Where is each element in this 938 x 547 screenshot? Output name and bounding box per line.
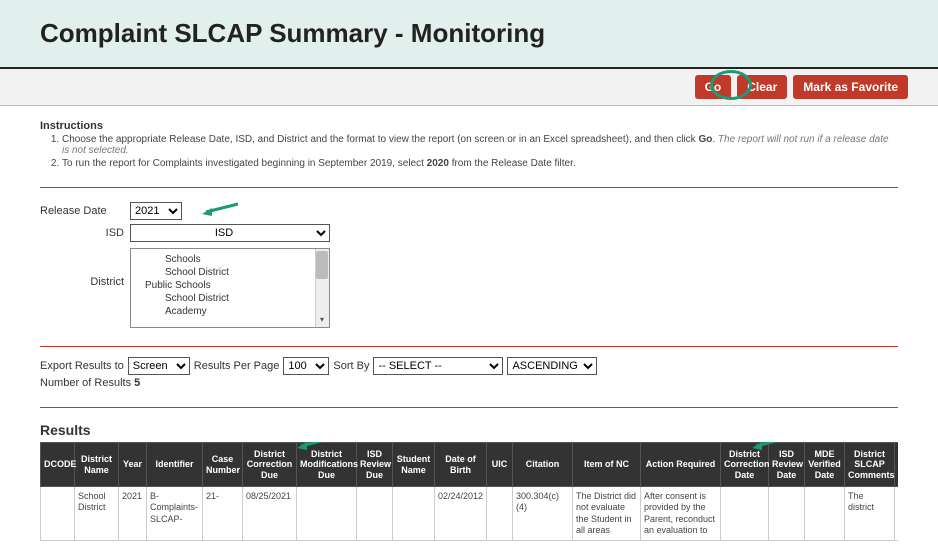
release-date-select[interactable]: 2021 — [130, 202, 182, 220]
isd-row: ISD ISD — [40, 224, 898, 242]
district-option[interactable]: Public Schools — [137, 279, 323, 292]
results-heading: Results — [40, 422, 898, 438]
sort-by-select[interactable]: -- SELECT -- — [373, 357, 503, 375]
col-student-name[interactable]: Student Name — [393, 443, 435, 487]
col-citation[interactable]: Citation — [513, 443, 573, 487]
export-label: Export Results to — [40, 360, 124, 372]
col-correction-due[interactable]: District Correction Due — [243, 443, 297, 487]
col-isd-review-due[interactable]: ISD Review Due — [357, 443, 393, 487]
toolbar: Go Clear Mark as Favorite — [0, 69, 938, 106]
cell-dcode — [41, 487, 75, 541]
cell-district-comments: The district — [845, 487, 895, 541]
col-dob[interactable]: Date of Birth — [435, 443, 487, 487]
district-listbox[interactable]: Schools School District Public Schools S… — [130, 248, 330, 328]
cell-isd-review-due — [357, 487, 393, 541]
district-label: District — [40, 248, 130, 288]
col-district-comments[interactable]: District SLCAP Comments — [845, 443, 895, 487]
cell-mde-verified — [805, 487, 845, 541]
annotation-arrow-release — [200, 202, 240, 218]
col-mde-verified[interactable]: MDE Verified Date — [805, 443, 845, 487]
cell-citation: 300.304(c)(4) — [513, 487, 573, 541]
sort-label: Sort By — [333, 360, 369, 372]
release-date-label: Release Date — [40, 205, 130, 217]
divider — [40, 187, 898, 188]
page-title: Complaint SLCAP Summary - Monitoring — [40, 18, 898, 49]
scroll-thumb[interactable] — [316, 251, 328, 279]
col-year[interactable]: Year — [119, 443, 147, 487]
district-option[interactable]: Academy — [137, 305, 323, 318]
col-mod-due[interactable]: District Modifications Due — [297, 443, 357, 487]
col-dcode[interactable]: DCODE — [41, 443, 75, 487]
district-scrollbar[interactable]: ▾ — [315, 249, 329, 327]
col-district-name[interactable]: District Name — [75, 443, 119, 487]
cell-correction-date — [721, 487, 769, 541]
divider — [40, 407, 898, 408]
col-isd-comments[interactable]: ISD SLCAP Comments — [895, 443, 899, 487]
district-option[interactable]: Schools — [137, 253, 323, 266]
cell-year: 2021 — [119, 487, 147, 541]
district-row: District Schools School District Public … — [40, 248, 898, 328]
isd-select[interactable]: ISD — [130, 224, 330, 242]
district-option[interactable]: School District — [137, 292, 323, 305]
district-option[interactable]: School District — [137, 266, 323, 279]
isd-label: ISD — [40, 227, 130, 239]
col-uic[interactable]: UIC — [487, 443, 513, 487]
instructions: Instructions Choose the appropriate Rele… — [40, 120, 898, 169]
cell-mod-due — [297, 487, 357, 541]
divider — [40, 346, 898, 347]
results-table-wrap: DCODE District Name Year Identifier Case… — [40, 442, 898, 541]
mark-favorite-button[interactable]: Mark as Favorite — [793, 75, 908, 99]
scroll-down-icon[interactable]: ▾ — [316, 315, 328, 325]
cell-isd-comments — [895, 487, 899, 541]
col-action-required[interactable]: Action Required — [641, 443, 721, 487]
table-header-row: DCODE District Name Year Identifier Case… — [41, 443, 899, 487]
export-row: Export Results to Screen Results Per Pag… — [40, 357, 898, 375]
cell-isd-review-date — [769, 487, 805, 541]
go-button[interactable]: Go — [695, 75, 732, 99]
header-band: Complaint SLCAP Summary - Monitoring — [0, 0, 938, 69]
clear-button[interactable]: Clear — [737, 75, 787, 99]
col-identifier[interactable]: Identifier — [147, 443, 203, 487]
col-item-nc[interactable]: Item of NC — [573, 443, 641, 487]
cell-action-required: After consent is provided by the Parent,… — [641, 487, 721, 541]
cell-identifier: B-Complaints-SLCAP- — [147, 487, 203, 541]
instruction-item-1: Choose the appropriate Release Date, ISD… — [62, 134, 898, 156]
instruction-item-2: To run the report for Complaints investi… — [62, 158, 898, 169]
sort-dir-select[interactable]: ASCENDING — [507, 357, 597, 375]
release-date-row: Release Date 2021 — [40, 202, 898, 220]
rpp-select[interactable]: 100 — [283, 357, 329, 375]
table-row[interactable]: School District 2021 B-Complaints-SLCAP-… — [41, 487, 899, 541]
cell-case-number: 21- — [203, 487, 243, 541]
num-results: Number of Results 5 — [40, 377, 898, 389]
cell-item-nc: The District did not evaluate the Studen… — [573, 487, 641, 541]
results-table: DCODE District Name Year Identifier Case… — [40, 442, 898, 541]
cell-district-name: School District — [75, 487, 119, 541]
col-correction-date[interactable]: District Correction Date — [721, 443, 769, 487]
cell-student-name — [393, 487, 435, 541]
cell-correction-due: 08/25/2021 — [243, 487, 297, 541]
rpp-label: Results Per Page — [194, 360, 280, 372]
instructions-heading: Instructions — [40, 120, 898, 132]
col-isd-review-date[interactable]: ISD Review Date — [769, 443, 805, 487]
cell-uic — [487, 487, 513, 541]
cell-dob: 02/24/2012 — [435, 487, 487, 541]
col-case-number[interactable]: Case Number — [203, 443, 243, 487]
export-mode-select[interactable]: Screen — [128, 357, 190, 375]
